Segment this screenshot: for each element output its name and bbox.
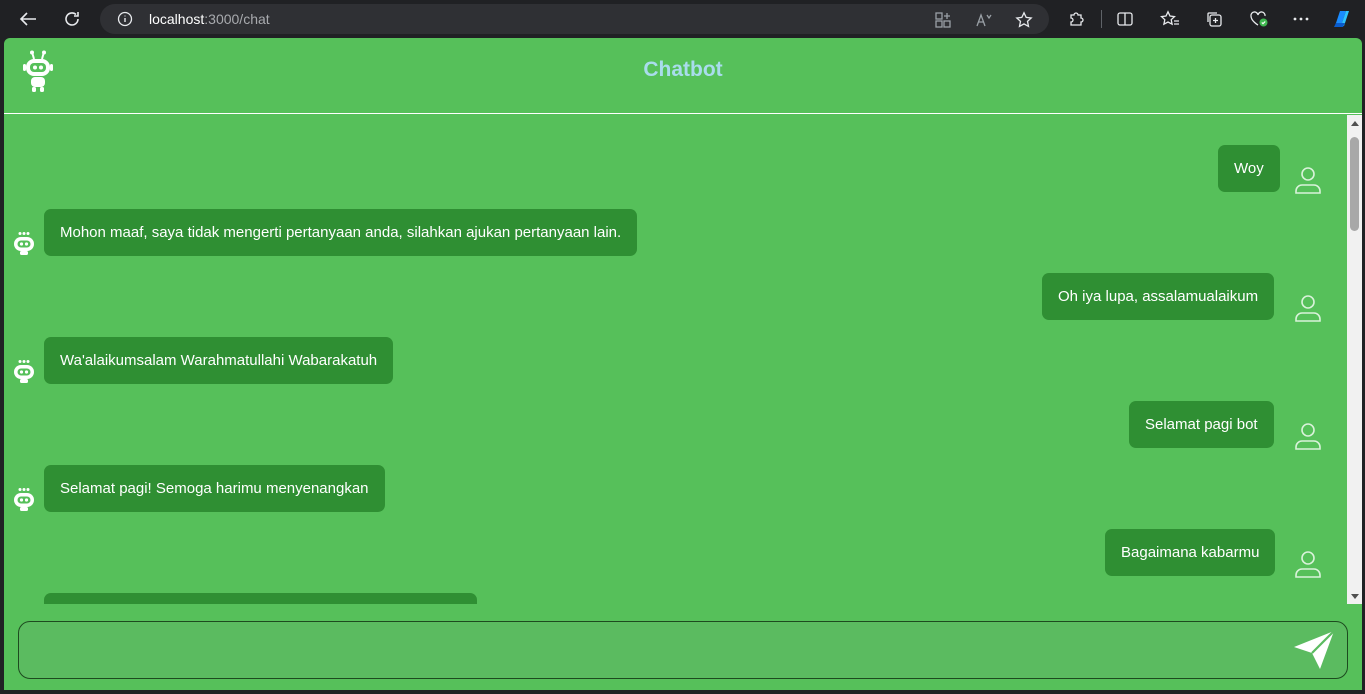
url-host: localhost — [149, 11, 205, 27]
scroll-up-button[interactable] — [1347, 115, 1362, 131]
reload-icon — [65, 12, 79, 26]
copilot-icon — [1334, 11, 1349, 27]
browser-essentials-button[interactable] — [1248, 8, 1270, 30]
split-screen-icon — [1117, 12, 1133, 26]
send-icon — [1294, 630, 1335, 669]
chat-scrollbar[interactable] — [1347, 115, 1362, 604]
url-text: localhost:3000/chat — [149, 11, 270, 27]
caret-up-icon — [1350, 120, 1359, 126]
favorites-button[interactable] — [1159, 8, 1181, 30]
chat-header: Chatbot — [4, 38, 1362, 114]
user-message: Woy — [1218, 145, 1280, 192]
browser-toolbar: localhost:3000/chat — [0, 0, 1365, 38]
more-dots-icon — [1293, 17, 1309, 21]
bot-message — [44, 593, 477, 604]
scroll-down-button[interactable] — [1347, 588, 1362, 604]
caret-down-icon — [1350, 593, 1359, 599]
settings-menu-button[interactable] — [1290, 8, 1312, 30]
user-icon — [1295, 423, 1321, 450]
read-aloud-icon[interactable] — [975, 11, 993, 29]
message-list: Woy Mohon maaf, saya tidak mengerti pert… — [4, 115, 1362, 604]
message-input[interactable] — [31, 630, 1281, 670]
chatbot-app: Chatbot Woy Mohon maaf, saya tidak menge… — [4, 38, 1362, 690]
user-message: Selamat pagi bot — [1129, 401, 1274, 448]
extensions-button[interactable] — [1066, 8, 1088, 30]
heart-pulse-icon — [1250, 11, 1268, 27]
collections-button[interactable] — [1203, 8, 1225, 30]
back-button[interactable] — [15, 7, 41, 31]
app-available-icon[interactable] — [934, 11, 952, 29]
back-arrow-icon — [19, 12, 36, 26]
scroll-thumb[interactable] — [1350, 137, 1359, 231]
page-title: Chatbot — [643, 58, 723, 81]
robot-icon — [14, 360, 34, 383]
robot-icon — [14, 488, 34, 511]
info-icon[interactable] — [117, 11, 133, 27]
bot-message: Mohon maaf, saya tidak mengerti pertanya… — [44, 209, 638, 256]
user-message: Bagaimana kabarmu — [1105, 529, 1276, 576]
split-screen-button[interactable] — [1114, 8, 1136, 30]
puzzle-icon — [1070, 12, 1084, 26]
toolbar-separator — [1101, 10, 1102, 28]
copilot-button[interactable] — [1331, 8, 1353, 30]
favorite-star-icon[interactable] — [1015, 11, 1033, 29]
address-bar[interactable]: localhost:3000/chat — [100, 4, 1049, 34]
bot-message: Wa'alaikumsalam Warahmatullahi Wabarakat… — [44, 337, 394, 384]
favorites-list-icon — [1160, 10, 1179, 26]
robot-icon — [14, 232, 34, 255]
user-icon — [1295, 295, 1321, 322]
message-input-container — [18, 621, 1348, 679]
reload-button[interactable] — [59, 7, 85, 31]
collections-icon — [1207, 12, 1222, 27]
user-message: Oh iya lupa, assalamualaikum — [1042, 273, 1275, 320]
user-icon — [1295, 167, 1321, 194]
bot-message: Selamat pagi! Semoga harimu menyenangkan — [44, 465, 385, 512]
send-button[interactable] — [1289, 626, 1339, 674]
user-icon — [1295, 551, 1321, 578]
url-path: :3000/chat — [204, 11, 270, 27]
